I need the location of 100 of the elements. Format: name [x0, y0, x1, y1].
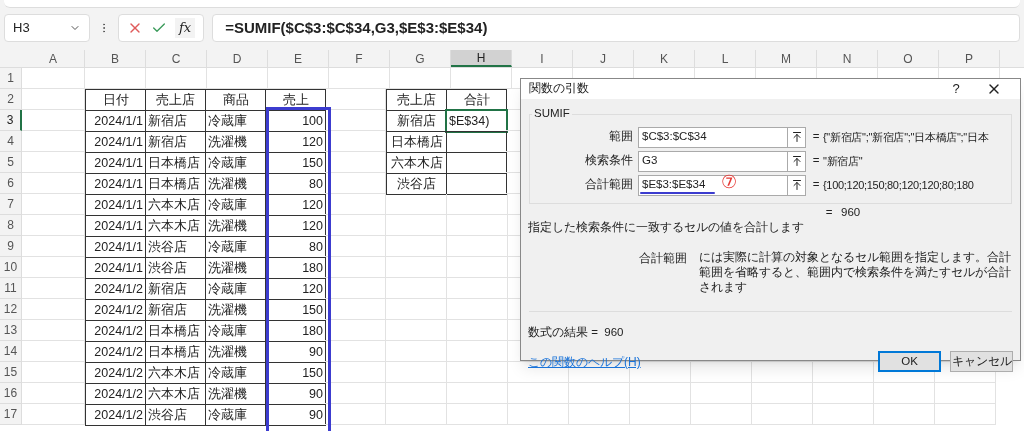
row-header[interactable]: 3	[0, 110, 22, 131]
grid-cell	[325, 362, 386, 383]
grid-cell	[325, 215, 386, 236]
row-header[interactable]: 16	[0, 383, 22, 404]
row-header[interactable]: 2	[0, 89, 22, 110]
dialog-button[interactable]: キャンセル	[950, 351, 1013, 373]
collapse-button[interactable]	[788, 174, 806, 196]
grid-cell	[874, 383, 935, 404]
grid-cell	[752, 404, 813, 425]
grid-cell	[691, 362, 752, 383]
annotation-number: ⑦	[721, 172, 737, 191]
row-header[interactable]: 17	[0, 404, 22, 425]
column-header[interactable]: L	[695, 50, 756, 67]
grid-cell	[22, 362, 85, 383]
grid-cell	[508, 404, 569, 425]
argument-label: 範囲	[608, 129, 634, 145]
grid-cell	[22, 194, 85, 215]
grid-cell	[325, 131, 386, 152]
row-header[interactable]: 7	[0, 194, 22, 215]
dialog-title: 関数の引数	[529, 81, 590, 97]
formula-field[interactable]: =SUMIF($C$3:$C$34,G3,$E$3:$E$34)	[212, 14, 1020, 42]
argument-label: 検索条件	[584, 153, 634, 169]
column-header[interactable]: M	[756, 50, 817, 67]
grid-cell	[22, 383, 85, 404]
equals-sign: =	[811, 153, 821, 169]
column-header[interactable]: K	[634, 50, 695, 67]
argument-label: 合計範囲	[584, 177, 634, 193]
table-cell: 2024/1/1	[85, 131, 146, 153]
column-header[interactable]: A	[22, 50, 85, 67]
row-header[interactable]: 5	[0, 152, 22, 173]
argument-field[interactable]: $C$3:$C$34	[638, 126, 788, 148]
collapse-button[interactable]	[788, 126, 806, 148]
grid-cell	[935, 404, 996, 425]
column-header[interactable]: N	[817, 50, 878, 67]
table-cell: 2024/1/1	[85, 257, 146, 279]
row-header[interactable]: 11	[0, 278, 22, 299]
row-header[interactable]: 8	[0, 215, 22, 236]
name-box[interactable]: H3	[4, 14, 90, 42]
table-cell: 2024/1/2	[85, 278, 146, 300]
column-header[interactable]: B	[85, 50, 146, 67]
argument-field[interactable]: G3	[638, 150, 788, 172]
row-header[interactable]: 4	[0, 131, 22, 152]
grid-cell	[22, 236, 85, 257]
column-heading: 売上店	[386, 89, 447, 111]
grid-cell	[22, 320, 85, 341]
column-header[interactable]: J	[573, 50, 634, 67]
grid-cell	[874, 404, 935, 425]
row-header[interactable]: 15	[0, 362, 22, 383]
column-header[interactable]: D	[207, 50, 268, 67]
column-heading: 合計	[446, 89, 507, 111]
row-header[interactable]: 9	[0, 236, 22, 257]
formula-result: 数式の結果 = 960	[527, 325, 625, 340]
grid-cell	[325, 236, 386, 257]
table-cell: 2024/1/1	[85, 194, 146, 216]
column-header[interactable]: E	[268, 50, 329, 67]
collapse-button[interactable]	[788, 150, 806, 172]
column-heading: 日付	[85, 89, 146, 111]
help-link[interactable]: この関数のヘルプ(H)	[528, 352, 641, 371]
table-cell: $E$34)	[446, 110, 507, 132]
grid-cell	[447, 362, 508, 383]
grid-cell	[325, 404, 386, 425]
grid-cell	[22, 110, 85, 131]
row-header[interactable]: 13	[0, 320, 22, 341]
row-header[interactable]: 10	[0, 257, 22, 278]
equals-sign: =	[811, 177, 821, 193]
column-header[interactable]: F	[329, 50, 390, 67]
table-cell: 日本橋店	[386, 131, 447, 153]
argument-field[interactable]: $E$3:$E$34 ⑦	[638, 174, 788, 196]
row-header[interactable]: 6	[0, 173, 22, 194]
table-cell: 2024/1/2	[85, 404, 146, 426]
dialog-button[interactable]: OK	[878, 351, 941, 373]
column-header[interactable]: I	[512, 50, 573, 67]
table-cell: 2024/1/1	[85, 110, 146, 132]
grid-cell	[386, 257, 447, 278]
grid-cell	[508, 383, 569, 404]
table-cell: 2024/1/1	[85, 236, 146, 258]
row-header[interactable]: 14	[0, 341, 22, 362]
equals-sign: =	[824, 204, 834, 220]
grid-cell	[386, 299, 447, 320]
table-cell: 2024/1/2	[85, 320, 146, 342]
grid-cell	[691, 404, 752, 425]
argument-result: {"新宿店";"新宿店";"日本橋店";"日本	[823, 129, 989, 145]
grid-cell	[630, 383, 691, 404]
grid-cell	[325, 341, 386, 362]
table-cell: 2024/1/2	[85, 341, 146, 363]
grid-cell	[752, 383, 813, 404]
grid-cell	[22, 341, 85, 362]
column-header[interactable]: O	[878, 50, 939, 67]
grid-cell	[325, 152, 386, 173]
row-header[interactable]: 12	[0, 299, 22, 320]
column-header[interactable]: C	[146, 50, 207, 67]
help-button[interactable]: ?	[936, 79, 976, 99]
column-header[interactable]: P	[939, 50, 1000, 67]
argument-help-label: 合計範囲	[639, 251, 688, 266]
grid-cell	[813, 383, 874, 404]
insert-function-button[interactable]: fx	[175, 18, 196, 38]
table-cell: 渋谷店	[386, 173, 447, 195]
row-header[interactable]: 1	[0, 68, 22, 89]
column-header[interactable]: H	[451, 50, 512, 67]
grid-cell	[386, 383, 447, 404]
